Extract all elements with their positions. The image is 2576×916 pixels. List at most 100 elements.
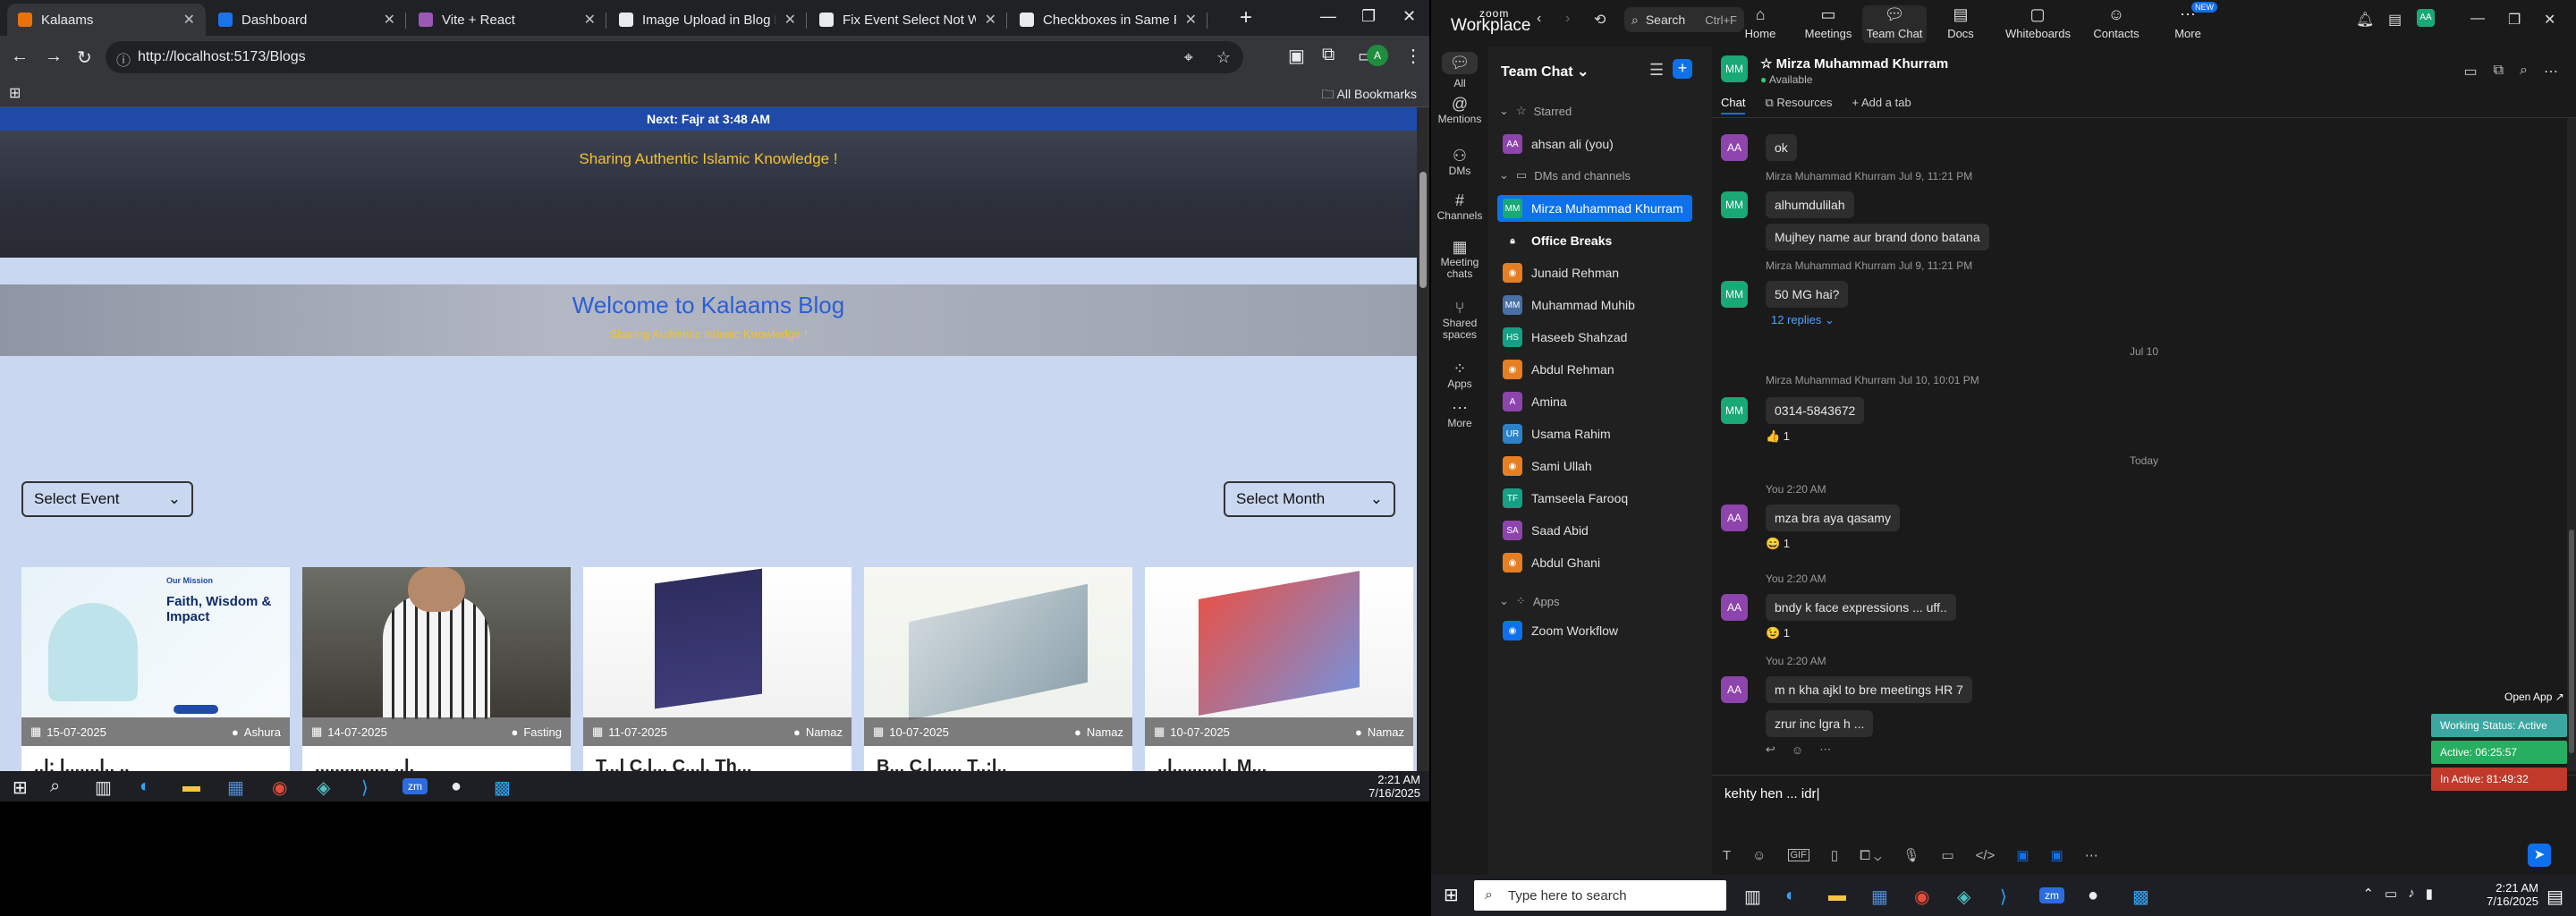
chevron-up-icon[interactable]: ⌃ [2362,886,2374,902]
text-format-icon[interactable]: T [1723,848,1731,863]
file-explorer-icon[interactable]: ▬ [182,776,200,797]
chat-list-item[interactable]: MM Mirza Muhammad Khurram [1497,195,1692,222]
close-tab-icon[interactable]: ✕ [584,11,596,29]
screenshot-icon[interactable]: ⧠ ⌄ [1860,848,1881,863]
rail-shared-spaces[interactable]: ⑂ Shared spaces [1431,300,1488,341]
vscode-icon[interactable]: ⟩ [2000,886,2007,908]
nav-whiteboards[interactable]: ▢ Whiteboards [2005,5,2071,40]
app-icon[interactable]: ◈ [1957,886,1970,908]
gif-icon[interactable]: GIF [1787,849,1809,861]
filter-icon[interactable]: ☰ [1649,61,1664,80]
browser-tab[interactable]: Kalaams ✕ [7,4,206,36]
windows-start-icon[interactable]: ⊞ [13,776,28,799]
site-info-icon[interactable]: ⓘ [116,48,131,70]
message-bubble[interactable]: alhumdulilah [1766,191,1854,218]
reaction[interactable]: 👍 1 [1766,429,1790,444]
extension-icon[interactable]: ▣ [1288,45,1305,67]
message-bubble[interactable]: 0314-5843672 [1766,397,1865,424]
tab-resources[interactable]: ⧉ Resources [1765,96,1832,114]
chat-list-item[interactable]: UR Usama Rahim [1497,420,1692,447]
back-icon[interactable]: ‹ [1537,11,1541,27]
popout-icon[interactable]: ⧉ [2494,63,2504,81]
message-bubble[interactable]: ok [1766,134,1797,161]
avatar[interactable]: AA [1721,594,1748,621]
url-input[interactable]: ⓘ http://localhost:5173/Blogs ⌖ ☆ [106,41,1243,73]
browser-tab[interactable]: Fix Event Select Not Working ✕ [809,4,1007,36]
store-icon[interactable]: ▦ [1871,886,1888,908]
blog-card[interactable]: ▦ 10-07-2025 ● Namaz ..l..........l. M... [1145,567,1413,771]
chat-list-item[interactable]: TF Tamseela Farooq [1497,485,1692,512]
taskbar-clock[interactable]: 2:21 AM 7/16/2025 [1368,773,1420,800]
zoom-taskbar-icon[interactable]: zm [2039,887,2064,903]
page-scrollbar[interactable] [1417,107,1429,771]
message-bubble[interactable]: zrur inc lgra h ... [1766,710,1874,737]
emoji-icon[interactable]: ☺ [1792,743,1803,757]
select-month-dropdown[interactable]: Select Month ⌄ [1224,481,1395,517]
notes-icon[interactable]: ▤ [2388,11,2402,29]
close-tab-icon[interactable]: ✕ [784,11,796,29]
nav-more[interactable]: ⋯ NEW More [2156,2,2220,40]
chrome-icon[interactable]: ◉ [272,776,287,799]
blog-card-title[interactable]: T...l C.l... C...l. Th... [596,757,751,771]
reply-icon[interactable]: ↩ [1766,742,1775,757]
taskbar-clock[interactable]: 2:21 AM 7/16/2025 [2487,881,2538,908]
dms-section[interactable]: ⌄ ▭ DMs and channels [1499,168,1631,182]
edge-icon[interactable]: ◐ [1785,886,1796,906]
tab-chat[interactable]: Chat [1721,96,1746,114]
chat-list-item[interactable]: AA ahsan ali (you) [1497,131,1692,157]
video-icon[interactable]: ▭ [2463,63,2477,81]
app-icon[interactable]: ▣ [2016,847,2029,863]
avatar[interactable]: AA [1721,134,1748,161]
blog-card-title[interactable]: ............... ..l. [315,757,414,771]
browser-tab[interactable]: Image Upload in Blog Editor ✕ [608,4,807,36]
chat-list-item[interactable]: SA Saad Abid [1497,517,1692,544]
nav-home[interactable]: ⌂ Home [1728,5,1792,40]
chat-list-item[interactable]: MM Muhammad Muhib [1497,292,1692,318]
rail-mentions[interactable]: @ Mentions [1431,96,1488,125]
scrollbar-thumb[interactable] [2569,530,2574,753]
avatar[interactable]: MM [1721,281,1748,308]
reaction[interactable]: 😉 1 [1766,626,1790,640]
taskbar-search[interactable]: ⌕ Type here to search [1474,880,1726,911]
network-icon[interactable]: ▭ [2385,886,2397,902]
chat-list-item[interactable]: 🔒︎ Office Breaks [1497,227,1692,254]
windows-start-icon[interactable]: ⊞ [1444,884,1459,906]
send-button[interactable]: ➤ [2528,844,2551,867]
app-icon[interactable]: ▣ [2051,847,2063,863]
apps-grid-icon[interactable]: ⊞ [9,84,21,102]
bell-icon[interactable]: 🔔︎ [2356,11,2374,29]
message-input[interactable]: kehty hen ... idr| [1724,786,1819,802]
blog-card-title[interactable]: ..l..........l. M... [1157,757,1267,771]
rail-channels[interactable]: # Channels [1431,192,1488,222]
all-bookmarks-button[interactable]: 🗀 All Bookmarks [1321,85,1417,106]
zoom-taskbar-icon[interactable]: zm [402,778,428,794]
chat-scrollbar[interactable] [2567,118,2576,771]
chat-list-item[interactable]: ◉ Abdul Ghani [1497,549,1692,576]
close-tab-icon[interactable]: ✕ [1185,11,1197,29]
browser-tab[interactable]: Checkboxes in Same Row ✕ [1009,4,1208,36]
app-circle-icon[interactable]: ● [2088,886,2098,906]
emoji-icon[interactable]: ☺ [1752,848,1766,863]
remote-desktop-icon[interactable]: ▩ [494,776,511,799]
app-circle-icon[interactable]: ● [451,776,462,797]
close-tab-icon[interactable]: ✕ [985,11,996,29]
browser-tab[interactable]: Dashboard ✕ [208,4,406,36]
avatar[interactable]: AA [1721,676,1748,703]
remote-desktop-icon[interactable]: ▩ [2132,886,2149,908]
chat-list-item[interactable]: ◉ Zoom Workflow [1497,617,1692,644]
select-event-dropdown[interactable]: Select Event ⌄ [21,481,193,517]
message-bubble[interactable]: bndy k face expressions ... uff.. [1766,594,1956,621]
star-icon[interactable]: ☆ [1760,56,1772,72]
nav-docs[interactable]: ▤ Docs [1928,5,1993,40]
store-icon[interactable]: ▦ [227,776,244,799]
tab-add[interactable]: + Add a tab [1852,96,1911,114]
blog-card[interactable]: Our Mission Faith, Wisdom & Impact ▦ 15-07-… [21,567,290,771]
profile-avatar[interactable]: A [1367,45,1388,66]
app-icon[interactable]: ◈ [317,776,330,799]
open-app-button[interactable]: Open App ↗ [2504,691,2564,703]
message-bubble[interactable]: mza bra aya qasamy [1766,505,1900,531]
chat-list-item[interactable]: A Amina [1497,388,1692,415]
chrome-icon[interactable]: ◉ [1914,886,1929,908]
new-chat-button[interactable]: + [1673,59,1692,79]
reaction[interactable]: 😄 1 [1766,537,1790,551]
